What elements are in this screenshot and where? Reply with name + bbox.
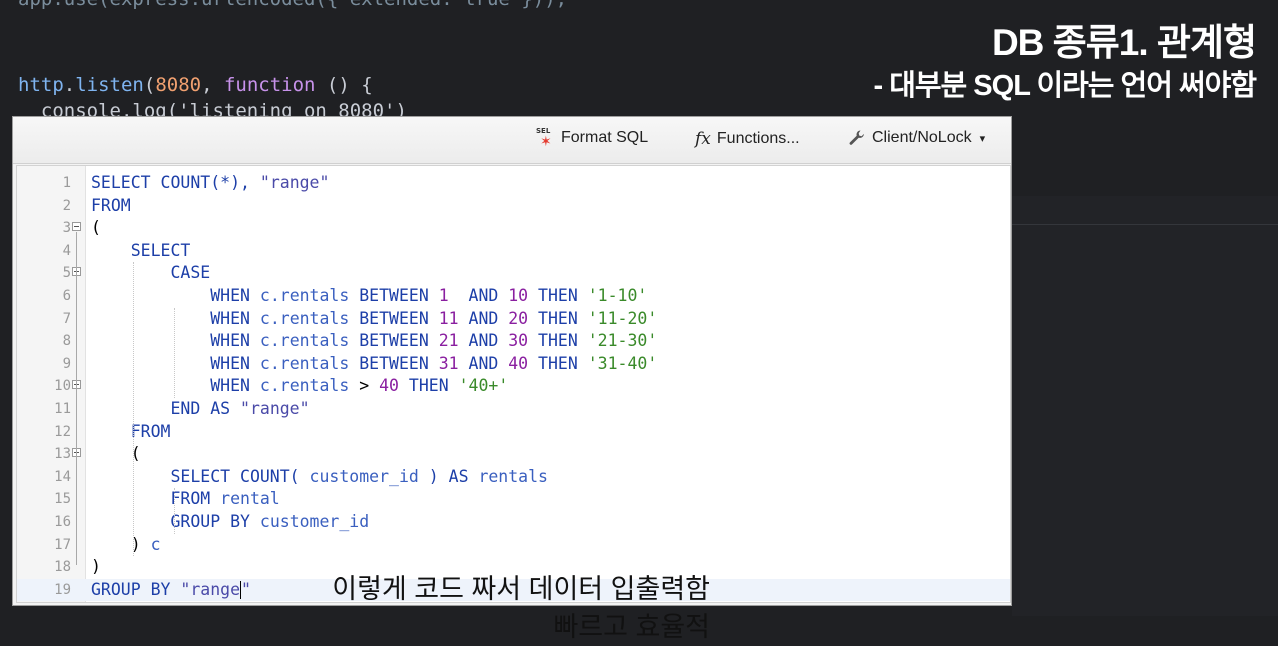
line-number: 4: [62, 242, 71, 259]
format-sql-icon: SEL ✶: [536, 127, 552, 149]
code-line[interactable]: 1 SELECT COUNT(*), "range": [17, 172, 1010, 195]
line-number: 15: [54, 491, 71, 508]
background-code-editor: app.use(express.urlencoded({ extended: t…: [18, 0, 567, 122]
code-line[interactable]: 11 END AS "range": [17, 398, 1010, 421]
code-text: FROM: [91, 195, 131, 215]
fold-range-line: [76, 458, 77, 543]
code-line[interactable]: 14 SELECT COUNT( customer_id ) AS rental…: [17, 466, 1010, 489]
line-number: 5: [62, 265, 71, 282]
line-number: 12: [54, 423, 71, 440]
code-text: SELECT COUNT( customer_id ) AS rentals: [91, 466, 548, 486]
code-line[interactable]: 3(: [17, 217, 1010, 240]
client-nolock-label: Client/NoLock: [872, 129, 972, 146]
code-line[interactable]: 8 WHEN c.rentals BETWEEN 21 AND 30 THEN …: [17, 330, 1010, 353]
code-text: SELECT COUNT(*), "range": [91, 173, 330, 192]
line-number: 9: [62, 355, 71, 372]
code-text: GROUP BY "range": [91, 579, 251, 600]
format-sql-label: Format SQL: [561, 129, 649, 146]
slide-annotation: 이렇게 코드 짜서 데이터 입출력함 빠르고 효율적: [332, 570, 710, 646]
line-number: 8: [62, 333, 71, 350]
code-line[interactable]: 15 FROM rental: [17, 488, 1010, 511]
wrench-icon: [849, 130, 864, 145]
code-line[interactable]: 9 WHEN c.rentals BETWEEN 31 AND 40 THEN …: [17, 353, 1010, 376]
sql-code-editor[interactable]: 1 SELECT COUNT(*), "range" 2 FROM 3(4 SELECT…: [16, 165, 1011, 642]
code-text: WHEN c.rentals > 40 THEN '40+': [91, 376, 509, 396]
sql-toolbar: SEL ✶ Format SQL fx Functions... Client/…: [13, 117, 1011, 164]
annotation-line: 빠르고 효율적: [553, 612, 710, 642]
line-number: 2: [62, 197, 71, 214]
indent-guide: [133, 262, 134, 557]
line-number: 3: [62, 220, 71, 237]
line-number: 19: [54, 581, 71, 598]
code-text: ): [91, 557, 101, 577]
annotation-line: 이렇게 코드 짜서 데이터 입출력함: [332, 574, 710, 604]
code-text: FROM: [91, 421, 171, 441]
code-line[interactable]: 6 WHEN c.rentals BETWEEN 1 AND 10 THEN '…: [17, 285, 1010, 308]
code-text: WHEN c.rentals BETWEEN 21 AND 30 THEN '2…: [91, 331, 658, 351]
line-number: 7: [62, 310, 71, 327]
background-pane: [1012, 196, 1278, 616]
line-number: 16: [54, 514, 71, 530]
background-divider: [1012, 224, 1278, 225]
code-text: (: [91, 218, 101, 238]
code-text: WHEN c.rentals BETWEEN 31 AND 40 THEN '3…: [91, 353, 658, 373]
code-line[interactable]: 17 ) c: [17, 534, 1010, 557]
sql-editor-panel: SEL ✶ Format SQL fx Functions... Client/…: [12, 116, 1012, 642]
code-line[interactable]: 5 CASE: [17, 262, 1010, 285]
functions-label: Functions...: [716, 130, 800, 147]
fx-icon: fx: [695, 129, 711, 149]
background-code-line: http.listen(8080, function () {: [18, 74, 373, 96]
code-text: CASE: [91, 263, 211, 283]
line-number: 1: [62, 175, 71, 191]
format-sql-button[interactable]: SEL ✶ Format SQL: [535, 127, 649, 149]
code-text: WHEN c.rentals BETWEEN 11 AND 20 THEN '1…: [91, 308, 658, 328]
fold-toggle-icon[interactable]: [72, 222, 81, 232]
line-number: 13: [54, 446, 71, 463]
code-text: WHEN c.rentals BETWEEN 1 AND 10 THEN '1-…: [91, 286, 648, 305]
fold-range-line: [76, 390, 77, 407]
line-number: 10: [54, 378, 71, 395]
indent-guide: [174, 307, 175, 398]
code-text: END AS "range": [91, 399, 310, 418]
line-number: 17: [54, 536, 71, 553]
code-line[interactable]: 16 GROUP BY customer_id: [17, 511, 1010, 534]
line-number: 18: [54, 559, 71, 576]
client-nolock-dropdown[interactable]: Client/NoLock ▾: [848, 129, 985, 147]
line-number: 11: [54, 401, 71, 417]
code-line[interactable]: 7 WHEN c.rentals BETWEEN 11 AND 20 THEN …: [17, 308, 1010, 331]
line-number: 6: [62, 288, 71, 304]
code-line[interactable]: 10 WHEN c.rentals > 40 THEN '40+': [17, 375, 1010, 398]
code-text: FROM rental: [91, 489, 280, 509]
functions-button[interactable]: fx Functions...: [695, 129, 800, 149]
slide-subtitle: - 대부분 SQL 이라는 언어 써야함: [873, 70, 1257, 102]
fold-range-line: [76, 277, 77, 407]
code-line[interactable]: 13 (: [17, 443, 1010, 466]
indent-guide: [174, 488, 175, 534]
line-number: 14: [54, 468, 71, 485]
code-line[interactable]: 2 FROM: [17, 195, 1010, 218]
code-text: ) c: [91, 534, 161, 554]
code-line[interactable]: 4 SELECT: [17, 240, 1010, 263]
code-text: SELECT: [91, 240, 191, 260]
chevron-down-icon: ▾: [979, 132, 986, 145]
slide-title: DB 종류1. 관계형: [991, 22, 1257, 63]
background-code-line: app.use(express.urlencoded({ extended: t…: [18, 0, 567, 12]
code-line[interactable]: 12 FROM: [17, 421, 1010, 444]
